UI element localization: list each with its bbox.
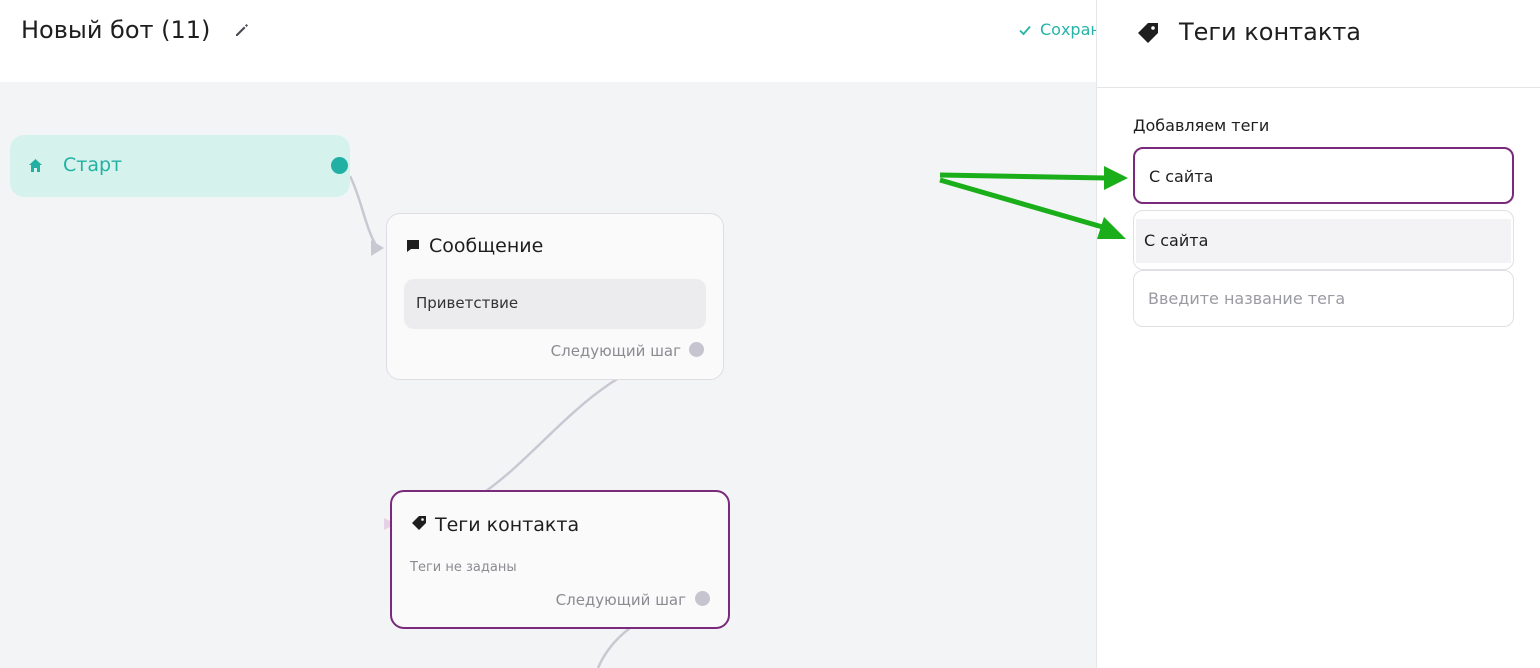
home-icon: [29, 159, 42, 172]
bot-title: Новый бот (11): [21, 16, 211, 44]
tags-empty-text: Теги не заданы: [410, 560, 517, 575]
start-node-label: Старт: [63, 154, 123, 176]
next-step-label: Следующий шаг: [550, 342, 681, 360]
tag-suggestion-item[interactable]: С сайта: [1136, 219, 1511, 263]
tag-icon: [1138, 23, 1158, 43]
top-bar: Новый бот (11) Сохранено: [0, 0, 1096, 82]
tag-suggestions-dropdown: С сайта: [1133, 210, 1514, 270]
start-node[interactable]: Старт: [10, 135, 350, 197]
check-icon: [1019, 25, 1031, 35]
message-output-port[interactable]: [689, 342, 704, 357]
pencil-icon[interactable]: [234, 22, 250, 38]
contact-tags-node[interactable]: Теги контакта Теги не заданы Следующий ш…: [390, 490, 730, 629]
save-status: Сохранено: [1018, 20, 1096, 39]
tags-output-port[interactable]: [695, 591, 710, 606]
panel-title: Теги контакта: [1179, 18, 1362, 46]
tag-icon: [412, 516, 426, 530]
contact-tags-node-title: Теги контакта: [435, 514, 580, 536]
message-node-title: Сообщение: [429, 235, 544, 257]
tag-input[interactable]: С сайта: [1133, 147, 1514, 204]
contact-tags-panel: Теги контакта Добавляем теги С сайта С с…: [1096, 0, 1540, 668]
start-output-port[interactable]: [331, 157, 348, 174]
chat-bubble-icon: [407, 240, 419, 252]
section-label: Добавляем теги: [1133, 116, 1270, 135]
message-node[interactable]: Сообщение Приветствие Следующий шаг: [386, 213, 724, 380]
panel-header: Теги контакта: [1097, 0, 1540, 88]
save-status-label: Сохранено: [1040, 20, 1096, 39]
message-preview[interactable]: Приветствие: [404, 279, 706, 329]
next-step-label: Следующий шаг: [555, 591, 686, 609]
new-tag-input[interactable]: [1133, 270, 1514, 327]
